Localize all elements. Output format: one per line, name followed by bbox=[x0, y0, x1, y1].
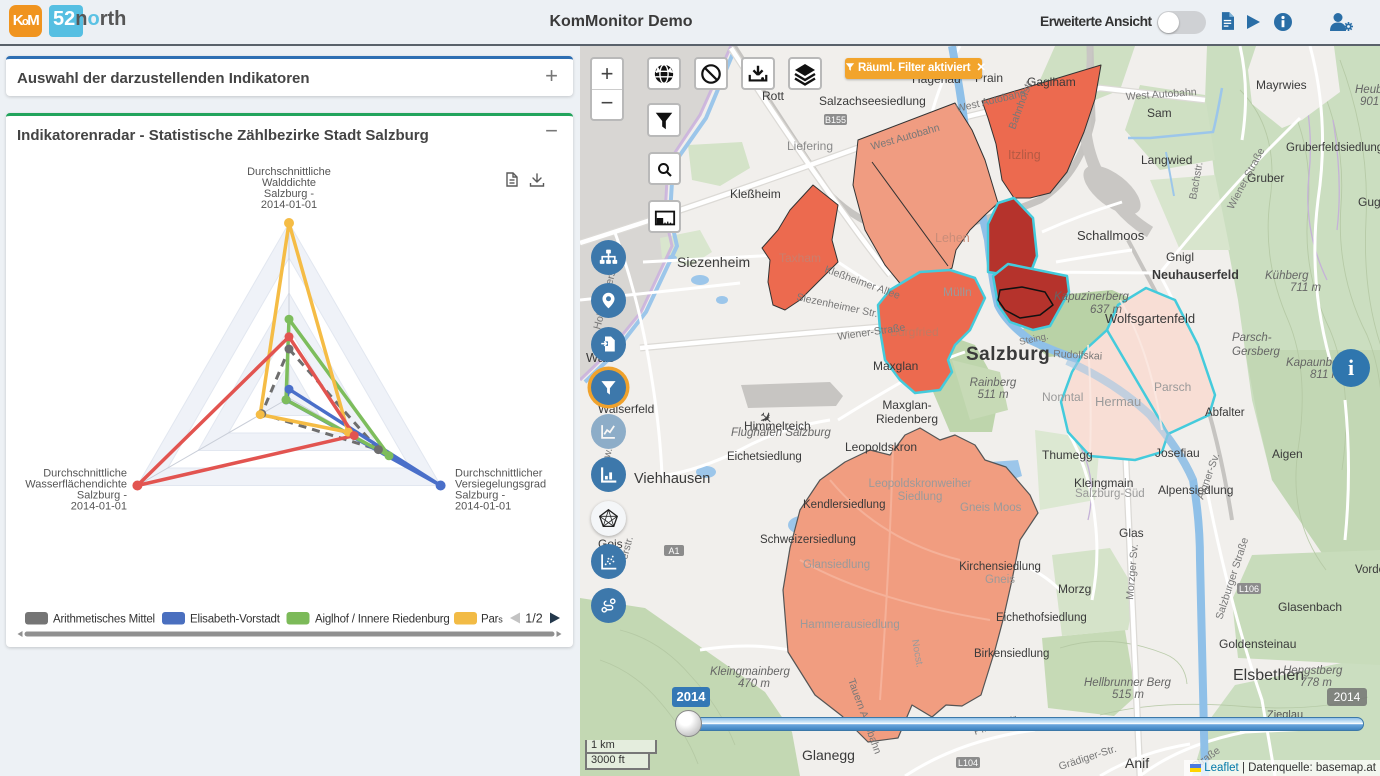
svg-text:Leopoldskron: Leopoldskron bbox=[845, 440, 917, 454]
svg-text:Glanegg: Glanegg bbox=[802, 747, 855, 763]
svg-text:Goldensteinau: Goldensteinau bbox=[1219, 637, 1296, 651]
svg-text:Aiglhof / Innere Riedenburg: Aiglhof / Innere Riedenburg bbox=[315, 614, 450, 626]
svg-text:Anif: Anif bbox=[1125, 755, 1149, 771]
svg-text:Josefiau: Josefiau bbox=[1155, 446, 1200, 460]
svg-text:Arithmetisches Mittel: Arithmetisches Mittel bbox=[53, 614, 155, 626]
svg-text:Gneis: Gneis bbox=[985, 574, 1015, 586]
svg-text:Schallmoos: Schallmoos bbox=[1077, 228, 1145, 243]
svg-text:Riedenberg: Riedenberg bbox=[876, 412, 938, 426]
svg-text:Birkensiedlung: Birkensiedlung bbox=[974, 648, 1049, 660]
svg-text:Glasenbach: Glasenbach bbox=[1278, 600, 1342, 614]
svg-text:Parsch: Parsch bbox=[1154, 380, 1191, 394]
svg-text:Kendlersiedlung: Kendlersiedlung bbox=[803, 499, 885, 511]
svg-text:B155: B155 bbox=[825, 115, 846, 125]
svg-text:Salzburg-Süd: Salzburg-Süd bbox=[1075, 488, 1145, 500]
svg-text:Liefering: Liefering bbox=[787, 139, 833, 153]
svg-text:901: 901 bbox=[1360, 96, 1379, 108]
svg-text:637 m: 637 m bbox=[1090, 304, 1122, 316]
svg-text:Langwied: Langwied bbox=[1141, 153, 1192, 167]
svg-text:Kapuzinerberg: Kapuzinerberg bbox=[1054, 291, 1129, 303]
svg-text:Thumegg: Thumegg bbox=[1042, 448, 1093, 462]
svg-text:Abfalter: Abfalter bbox=[1205, 407, 1245, 419]
svg-text:2014-01-01: 2014-01-01 bbox=[455, 501, 511, 513]
svg-text:Eichethofsiedlung: Eichethofsiedlung bbox=[996, 612, 1087, 624]
svg-text:A1: A1 bbox=[668, 546, 679, 556]
svg-text:470 m: 470 m bbox=[738, 678, 770, 690]
svg-text:Taxham: Taxham bbox=[779, 251, 821, 265]
svg-text:Siedlung: Siedlung bbox=[898, 491, 943, 503]
svg-text:Rudolfskai: Rudolfskai bbox=[1053, 348, 1103, 363]
svg-text:Morzg: Morzg bbox=[1058, 582, 1091, 596]
svg-text:Hengstberg: Hengstberg bbox=[1283, 665, 1343, 677]
svg-text:Siezenheim: Siezenheim bbox=[677, 254, 750, 270]
svg-text:Hammerausiedlung: Hammerausiedlung bbox=[800, 619, 900, 631]
svg-text:Neuhauserfeld: Neuhauserfeld bbox=[1152, 268, 1239, 282]
svg-text:1/2: 1/2 bbox=[525, 612, 542, 626]
svg-text:Maxglan-: Maxglan- bbox=[882, 398, 931, 412]
svg-text:Lehen: Lehen bbox=[935, 231, 970, 245]
svg-text:778 m: 778 m bbox=[1300, 677, 1332, 689]
svg-text:Kleingmainberg: Kleingmainberg bbox=[710, 666, 791, 678]
svg-text:515 m: 515 m bbox=[1112, 689, 1144, 701]
svg-text:Heub: Heub bbox=[1355, 84, 1380, 96]
svg-text:Gnigl: Gnigl bbox=[1166, 250, 1194, 264]
svg-text:Rott: Rott bbox=[762, 89, 785, 103]
svg-text:L106: L106 bbox=[1239, 584, 1259, 594]
svg-text:Salzburg: Salzburg bbox=[966, 344, 1050, 365]
svg-text:Rainberg: Rainberg bbox=[970, 377, 1017, 389]
svg-text:Leopoldskronweiher: Leopoldskronweiher bbox=[869, 478, 972, 490]
svg-text:Viehhausen: Viehhausen bbox=[634, 471, 710, 487]
svg-text:Gneis Moos: Gneis Moos bbox=[960, 502, 1022, 514]
svg-text:Mülln: Mülln bbox=[943, 285, 972, 299]
svg-text:Gersberg: Gersberg bbox=[1232, 346, 1281, 358]
svg-text:Salzachseesiedlung: Salzachseesiedlung bbox=[819, 94, 926, 108]
svg-text:2014-01-01: 2014-01-01 bbox=[261, 199, 317, 211]
svg-text:Aigen: Aigen bbox=[1272, 447, 1303, 461]
svg-text:Parsch-: Parsch- bbox=[1232, 332, 1272, 344]
svg-text:Kirchensiedlung: Kirchensiedlung bbox=[959, 561, 1041, 573]
svg-text:Maxglan: Maxglan bbox=[873, 359, 918, 373]
svg-text:711 m: 711 m bbox=[1290, 282, 1322, 294]
svg-text:511 m: 511 m bbox=[977, 389, 1009, 401]
svg-text:Hellbrunner Berg: Hellbrunner Berg bbox=[1084, 677, 1172, 689]
svg-text:Hermau: Hermau bbox=[1095, 394, 1141, 409]
svg-text:Elisabeth-Vorstadt: Elisabeth-Vorstadt bbox=[190, 614, 281, 626]
svg-text:Flughafen Salzburg: Flughafen Salzburg bbox=[731, 427, 831, 439]
svg-text:Eichetsiedlung: Eichetsiedlung bbox=[727, 451, 802, 463]
svg-text:Kleßheim: Kleßheim bbox=[730, 187, 781, 201]
svg-text:2014-01-01: 2014-01-01 bbox=[71, 501, 127, 513]
svg-text:Sam: Sam bbox=[1147, 106, 1172, 120]
svg-text:Gruberfeldsiedlung: Gruberfeldsiedlung bbox=[1286, 142, 1380, 154]
svg-text:Glansiedlung: Glansiedlung bbox=[803, 559, 870, 571]
svg-text:Vorder: Vorder bbox=[1355, 564, 1380, 576]
svg-text:Itzling: Itzling bbox=[1008, 148, 1041, 162]
svg-text:Kühberg: Kühberg bbox=[1265, 270, 1309, 282]
svg-text:L104: L104 bbox=[958, 758, 978, 768]
svg-text:Pars: Pars bbox=[481, 614, 503, 626]
svg-text:Schweizersiedlung: Schweizersiedlung bbox=[760, 534, 856, 546]
svg-text:Nonntal: Nonntal bbox=[1042, 390, 1083, 404]
svg-text:Gugg: Gugg bbox=[1358, 195, 1380, 209]
svg-text:Mayrwies: Mayrwies bbox=[1256, 78, 1307, 92]
svg-text:Glas: Glas bbox=[1119, 526, 1144, 540]
